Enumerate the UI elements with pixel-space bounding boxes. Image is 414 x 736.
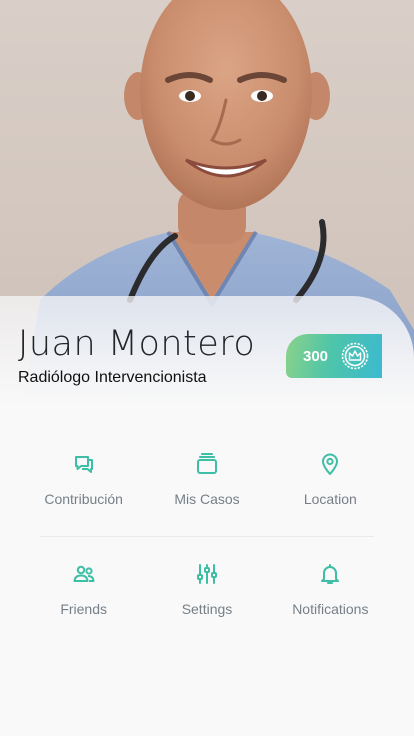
menu-item-location[interactable]: Location (269, 452, 392, 542)
location-pin-icon (322, 453, 339, 475)
sliders-icon (196, 564, 217, 584)
menu-item-mis-casos[interactable]: Mis Casos (145, 452, 268, 542)
menu-item-notifications[interactable]: Notifications (269, 562, 392, 652)
menu-item-settings[interactable]: Settings (145, 562, 268, 652)
folder-stack-icon (196, 453, 217, 474)
crown-icon (341, 342, 369, 370)
menu-label-mis-casos: Mis Casos (174, 491, 240, 507)
menu-divider (40, 536, 374, 537)
profile-title: Radiólogo Intervencionista (18, 369, 207, 386)
menu-item-contribucion[interactable]: Contribución (22, 452, 145, 542)
score-badge[interactable]: 300 (286, 334, 382, 378)
menu-label-friends: Friends (60, 601, 107, 617)
menu-label-settings: Settings (181, 601, 233, 617)
profile-name: Juan Montero (18, 324, 256, 364)
chat-bubbles-icon (74, 456, 93, 473)
score-value: 300 (303, 347, 329, 365)
bell-icon (321, 564, 340, 584)
menu-row-1: Contribución Mis Casos Location (0, 452, 414, 542)
menu-item-friends[interactable]: Friends (22, 562, 145, 652)
menu-label-location: Location (303, 491, 357, 507)
menu-label-notifications: Notifications (292, 601, 369, 617)
friends-icon (73, 565, 95, 582)
menu-row-2: Friends Settings Notifications (0, 562, 414, 652)
menu-label-contribucion: Contribución (44, 491, 123, 507)
